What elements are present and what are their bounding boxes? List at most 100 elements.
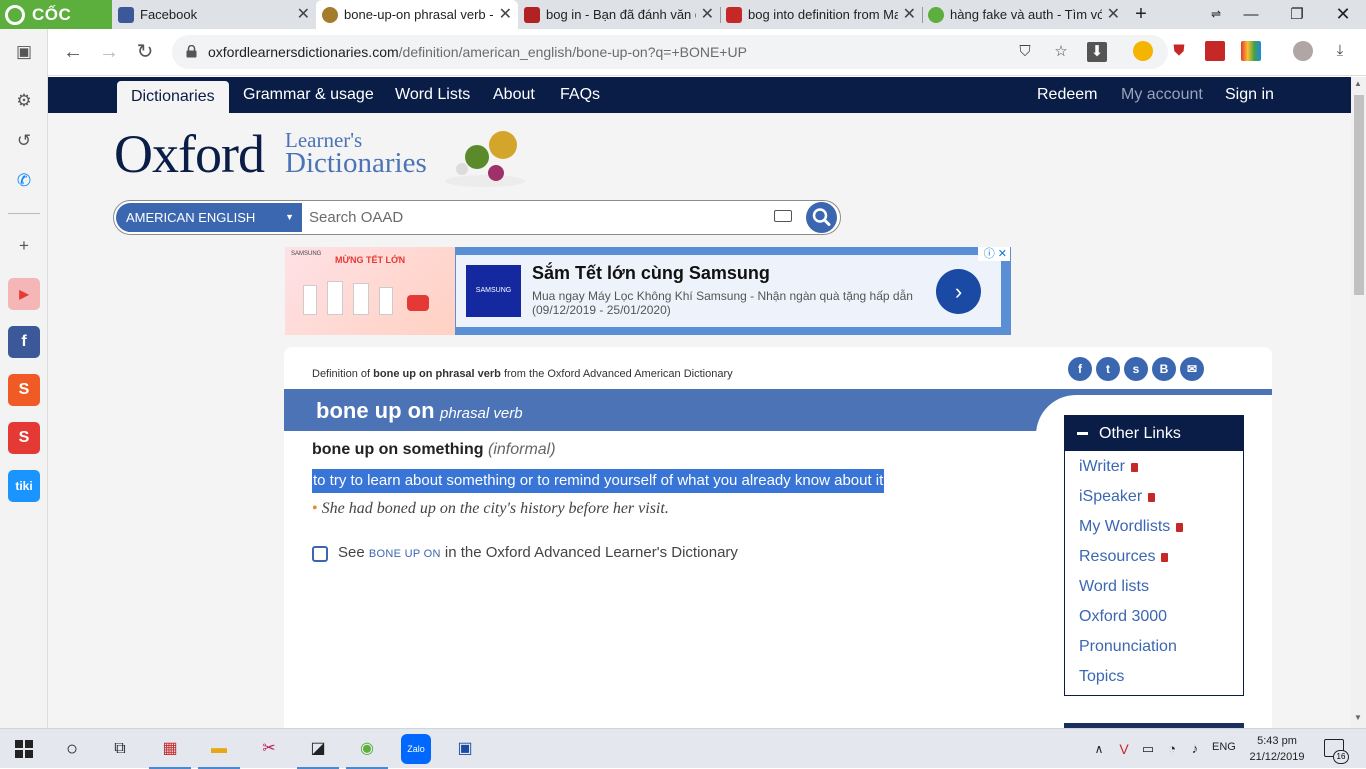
other-links-header[interactable]: Other Links [1065, 416, 1243, 451]
lock-icon [1161, 553, 1169, 562]
tab-bog-into[interactable]: bog into definition from Ma ✕ [720, 0, 922, 29]
nav-sign-in[interactable]: Sign in [1225, 77, 1274, 113]
nav-word-lists[interactable]: Word Lists [395, 77, 470, 113]
maximize-button[interactable]: ❐ [1274, 0, 1320, 29]
dictionary-select[interactable]: AMERICAN ENGLISH ▼ [116, 203, 302, 232]
nav-faqs[interactable]: FAQs [560, 77, 600, 113]
nav-my-account[interactable]: My account [1121, 77, 1203, 113]
nav-redeem[interactable]: Redeem [1037, 77, 1097, 113]
downloads-icon[interactable]: ⤓ [1330, 41, 1350, 61]
profile-avatar[interactable] [1293, 41, 1313, 61]
close-tab-icon[interactable]: ✕ [903, 0, 916, 29]
link-pronunciation[interactable]: Pronunciation [1079, 638, 1177, 656]
coccoc-taskbar-icon[interactable]: ◉ [346, 734, 388, 769]
close-window-button[interactable]: ✕ [1320, 0, 1366, 29]
sendo-app-icon[interactable]: S [8, 422, 40, 454]
new-tab-button[interactable]: + [1126, 0, 1156, 29]
bookmark-star-icon[interactable]: ☆ [1051, 42, 1071, 62]
chevron-down-icon: ▼ [285, 212, 294, 222]
taskbar-clock[interactable]: 5:43 pm 21/12/2019 [1248, 733, 1306, 765]
shopee-app-icon[interactable]: S [8, 374, 40, 406]
messenger-icon[interactable]: ✆ [10, 167, 38, 195]
ad-card[interactable]: SAMSUNG Sắm Tết lớn cùng Samsung Mua nga… [456, 255, 1001, 327]
tiki-app-icon[interactable]: tiki [8, 470, 40, 502]
samsung-ad-banner[interactable]: SAMSUNG MỪNG TẾT LỚN SAMSUNG Sắm Tết lớn… [285, 247, 1011, 335]
ad-title[interactable]: Sắm Tết lớn cùng Samsung [532, 263, 770, 284]
url-text[interactable]: oxfordlearnersdictionaries.com/definitio… [208, 35, 747, 69]
task-view-icon[interactable]: ⧉ [105, 734, 135, 764]
tab-oxford[interactable]: bone-up-on phrasal verb - ( ✕ [316, 0, 518, 29]
add-app-icon[interactable]: + [10, 232, 38, 260]
tab-hang-fake[interactable]: hàng fake và auth - Tìm với ✕ [922, 0, 1126, 29]
minimize-button[interactable]: — [1228, 0, 1274, 29]
email-share-icon[interactable]: ✉ [1180, 357, 1204, 381]
search-button[interactable] [806, 202, 837, 233]
minus-icon [1077, 432, 1088, 435]
facebook-favicon-icon [118, 7, 134, 23]
back-button[interactable]: ← [58, 37, 88, 67]
color-extension-icon[interactable] [1241, 41, 1261, 61]
link-resources[interactable]: Resources [1079, 548, 1169, 566]
link-iwriter[interactable]: iWriter [1079, 458, 1138, 476]
browser-toolbar: ← → ↻ oxfordlearnersdictionaries.com/def… [48, 29, 1366, 76]
nav-dictionaries[interactable]: Dictionaries [117, 81, 229, 113]
page-scrollbar[interactable]: ▲ ▼ [1351, 77, 1366, 728]
tab-facebook[interactable]: Facebook ✕ [112, 0, 316, 29]
close-tab-icon[interactable]: ✕ [499, 0, 512, 29]
download-video-icon[interactable]: ⬇ [1087, 42, 1107, 62]
paint-app-icon[interactable]: ✂ [254, 734, 284, 764]
red-extension-icon[interactable] [1205, 41, 1225, 61]
search-circle-icon[interactable]: ○ [57, 734, 87, 764]
entry-card: Definition of bone up on phrasal verb fr… [284, 347, 1272, 728]
volume-icon[interactable]: ♪ [1180, 734, 1210, 764]
nav-grammar-usage[interactable]: Grammar & usage [243, 77, 374, 113]
page-viewport: Dictionaries Grammar & usage Word Lists … [48, 77, 1351, 728]
link-my-wordlists[interactable]: My Wordlists [1079, 518, 1184, 536]
reload-button[interactable]: ↻ [130, 37, 160, 67]
snipping-tool-icon[interactable]: ▣ [450, 734, 480, 764]
twitter-share-icon[interactable]: t [1096, 357, 1120, 381]
youtube-app-icon[interactable]: ▶ [8, 278, 40, 310]
close-tab-icon[interactable]: ✕ [1107, 0, 1120, 29]
facebook-app-icon[interactable]: f [8, 326, 40, 358]
file-explorer-icon[interactable]: ▬ [198, 734, 240, 769]
settings-gear-icon[interactable]: ⚙ [10, 87, 38, 115]
link-topics[interactable]: Topics [1079, 668, 1124, 686]
search-input[interactable] [309, 204, 749, 231]
stumbleupon-share-icon[interactable]: s [1124, 357, 1148, 381]
windows-start-icon[interactable] [9, 734, 39, 764]
tab-bog-in[interactable]: bog in - Bạn đã đánh văn d ✕ [518, 0, 720, 29]
lock-icon [1148, 493, 1156, 502]
close-tab-icon[interactable]: ✕ [297, 0, 310, 29]
coccoc-menu-button[interactable]: CỐC CỐC [0, 0, 112, 53]
chrome-extension-icon[interactable] [1133, 41, 1153, 61]
link-ispeaker[interactable]: iSpeaker [1079, 488, 1156, 506]
macmillan-favicon-icon [726, 7, 742, 23]
sidebar-toggle-icon[interactable]: ▣ [10, 38, 38, 66]
sidebar-divider [8, 213, 40, 214]
notepad-app-icon[interactable]: ◪ [297, 734, 339, 769]
input-language[interactable]: ENG [1212, 741, 1236, 753]
nav-about[interactable]: About [493, 77, 535, 113]
link-word-lists[interactable]: Word lists [1079, 578, 1149, 596]
keyboard-icon[interactable] [774, 210, 792, 222]
shield-icon[interactable]: ⛉ [1015, 42, 1035, 62]
facebook-share-icon[interactable]: f [1068, 357, 1092, 381]
history-icon[interactable]: ↺ [10, 127, 38, 155]
scrollbar-thumb[interactable] [1354, 95, 1364, 295]
address-bar[interactable]: oxfordlearnersdictionaries.com/definitio… [172, 35, 1168, 69]
ad-close-icon[interactable]: ⓘ ✕ [978, 247, 1010, 261]
close-tab-icon[interactable]: ✕ [701, 0, 714, 29]
ad-description: Mua ngay Máy Lọc Không Khí Samsung - Nhậ… [532, 289, 913, 317]
office-app-icon[interactable]: ▦ [149, 734, 191, 769]
hatena-share-icon[interactable]: B [1152, 357, 1176, 381]
coccoc-logo-icon [5, 5, 25, 25]
ad-arrow-button[interactable]: › [936, 269, 981, 314]
see-also-link[interactable]: BONE UP ON [369, 548, 441, 560]
zalo-app-icon[interactable]: Zalo [401, 734, 431, 764]
forward-button[interactable]: → [94, 37, 124, 67]
logo-spheres-icon [445, 131, 525, 187]
adblock-extension-icon[interactable]: ⛊ [1169, 41, 1189, 61]
site-top-nav: Dictionaries Grammar & usage Word Lists … [48, 77, 1351, 113]
link-oxford-3000[interactable]: Oxford 3000 [1079, 608, 1167, 626]
